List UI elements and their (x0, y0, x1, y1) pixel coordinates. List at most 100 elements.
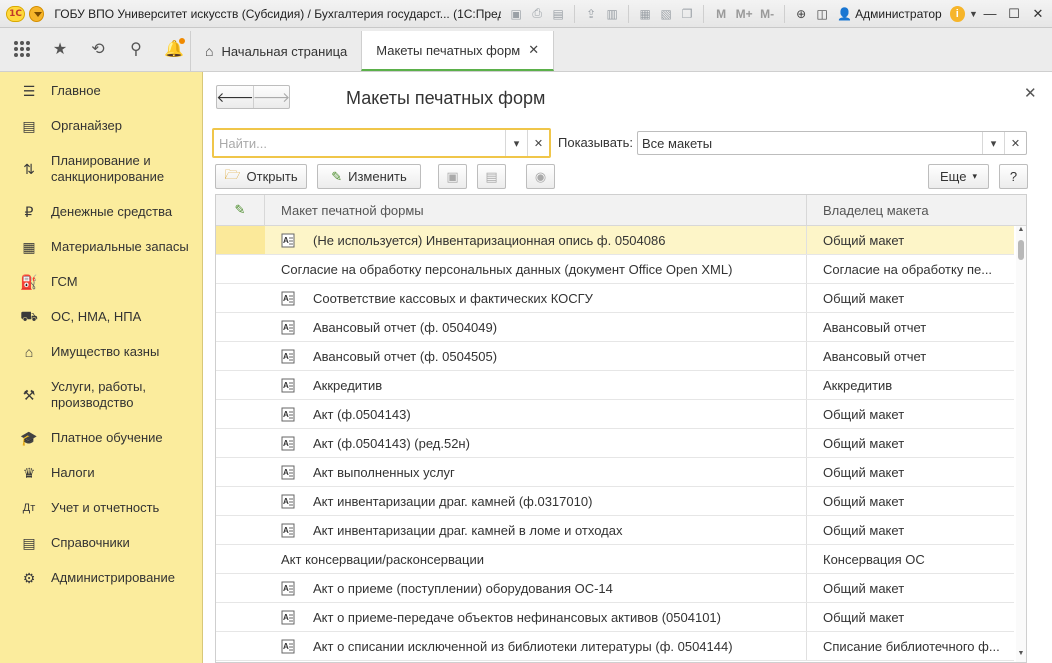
sidebar-item-label: Учет и отчетность (51, 500, 160, 515)
table-row[interactable]: A Соответствие кассовых и фактических КОС… (216, 284, 1014, 313)
memory-m-button[interactable]: M (711, 7, 731, 21)
sidebar-item-label: ГСМ (51, 274, 78, 289)
edit-pencil-icon: ✎ (331, 168, 343, 184)
table-row[interactable]: A Акт инвентаризации драг. камней (ф.0317… (216, 487, 1014, 516)
search-icon[interactable]: ⚲ (126, 39, 146, 59)
show-dropdown-icon[interactable]: ▾ (982, 132, 1004, 154)
search-clear-icon[interactable]: ✕ (527, 130, 549, 156)
sidebar-item-references[interactable]: ▤ Справочники (0, 534, 203, 552)
show-clear-icon[interactable]: ✕ (1004, 132, 1026, 154)
close-window-button[interactable]: ✕ (1030, 6, 1046, 22)
reset-template-button[interactable]: ◉ (526, 164, 555, 189)
open-button[interactable]: 🗁 Открыть (215, 164, 307, 189)
table-row[interactable]: A Акт выполненных услуг Общий макет (216, 458, 1014, 487)
back-arrow-icon[interactable]: 🡐 (216, 86, 254, 108)
svg-text:A: A (283, 613, 289, 622)
user-menu[interactable]: 👤 Администратор (837, 7, 942, 21)
close-tab-icon[interactable]: ✕ (528, 42, 539, 58)
panel-toggle-icon[interactable]: ◫ (813, 5, 831, 23)
scroll-up-icon[interactable]: ▲ (1016, 226, 1026, 238)
sidebar-item-main[interactable]: ☰ Главное (0, 82, 203, 100)
scroll-down-icon[interactable]: ▼ (1016, 650, 1026, 662)
more-button[interactable]: Еще ▾ (928, 164, 989, 189)
sidebar-item-admin[interactable]: ⚙ Администрирование (0, 569, 203, 587)
history-icon[interactable]: ⟲ (88, 39, 108, 59)
svg-text:A: A (283, 584, 289, 593)
tab-home[interactable]: ⌂ Начальная страница (190, 31, 361, 71)
sidebar-item-treasury[interactable]: ⌂ Имущество казны (0, 343, 203, 361)
sidebar-item-paid-education[interactable]: 🎓 Платное обучение (0, 429, 203, 447)
close-form-icon[interactable]: ✕ (1024, 84, 1037, 102)
save-icon[interactable]: ▣ (507, 5, 525, 23)
memory-minus-button[interactable]: M- (757, 7, 777, 21)
table-row[interactable]: A Акт о приеме (поступлении) оборудования… (216, 574, 1014, 603)
sidebar-item-label: Органайзер (51, 118, 122, 133)
info-icon[interactable]: i (949, 5, 965, 22)
upload-icon[interactable]: ⇪ (582, 5, 600, 23)
edit-button[interactable]: ✎ Изменить (317, 164, 421, 189)
template-owner: Консервация ОС (823, 552, 925, 567)
bell-icon[interactable]: 🔔 (164, 38, 185, 59)
help-button[interactable]: ? (999, 164, 1028, 189)
preview-icon[interactable]: ▤ (549, 5, 567, 23)
tab-print-forms[interactable]: Макеты печатных форм ✕ (361, 31, 555, 71)
sidebar-item-organizer[interactable]: ▤ Органайзер (0, 117, 203, 135)
star-icon[interactable]: ★ (50, 39, 70, 59)
save-template-button[interactable]: ▤ (477, 164, 506, 189)
search-input[interactable] (214, 131, 505, 155)
maximize-button[interactable]: ☐ (1006, 6, 1022, 22)
tab-home-label: Начальная страница (221, 43, 348, 59)
calculator-icon[interactable]: ▦ (636, 5, 654, 23)
svg-text:A: A (283, 323, 289, 332)
column-header-owner[interactable]: Владелец макета (823, 203, 929, 218)
apps-grid-icon[interactable] (12, 39, 32, 59)
sidebar-item-services[interactable]: ⚒ Услуги, работы, производство (0, 378, 203, 412)
home-icon: ⌂ (205, 43, 214, 59)
table-row[interactable]: A (Не используется) Инвентаризационная оп… (216, 226, 1014, 255)
sidebar-item-money[interactable]: ₽ Денежные средства (0, 203, 203, 221)
table-row[interactable]: A Авансовый отчет (ф. 0504049) Авансовый о… (216, 313, 1014, 342)
show-filter-select[interactable]: Все макеты ▾ ✕ (637, 131, 1027, 155)
template-name: Авансовый отчет (ф. 0504049) (313, 320, 498, 335)
template-owner: Общий макет (823, 233, 905, 248)
column-header-template[interactable]: Макет печатной формы (281, 203, 424, 218)
table-row[interactable]: A Аккредитив Аккредитив (216, 371, 1014, 400)
table-row[interactable]: A Акт (ф.0504143) Общий макет (216, 400, 1014, 429)
table-row[interactable]: A Акт инвентаризации драг. камней в ломе … (216, 516, 1014, 545)
table-row[interactable]: A Авансовый отчет (ф. 0504505) Авансовый о… (216, 342, 1014, 371)
table-row[interactable]: A Акт о списании исключенной из библиотек… (216, 632, 1014, 661)
template-name: Соответствие кассовых и фактических КОСГ… (313, 291, 593, 306)
panel-icons: ★ ⟲ ⚲ 🔔 (0, 27, 190, 71)
print-icon[interactable]: ⎙ (528, 5, 546, 23)
main-menu-button[interactable] (29, 5, 45, 22)
minimize-button[interactable]: — (982, 6, 998, 22)
edited-pencil-icon[interactable]: ✎ (216, 195, 265, 225)
scroll-thumb[interactable] (1018, 240, 1024, 260)
accounting-icon: Дт (22, 502, 36, 514)
zoom-icon[interactable]: ⊕ (792, 5, 810, 23)
sidebar-item-planning[interactable]: ⇅ Планирование и санкционирование (0, 152, 203, 186)
table-row[interactable]: A Акт о приеме-передаче объектов нефинанс… (216, 603, 1014, 632)
search-dropdown-icon[interactable]: ▾ (505, 130, 527, 156)
vertical-scrollbar[interactable]: ▲ ▼ (1016, 226, 1026, 662)
sidebar-item-accounting[interactable]: Дт Учет и отчетность (0, 499, 203, 517)
chevron-down-icon[interactable]: ▼ (965, 5, 982, 23)
copy-icon[interactable]: ❐ (678, 5, 696, 23)
ruble-icon: ₽ (24, 203, 34, 220)
sidebar-item-taxes[interactable]: ♛ Налоги (0, 464, 203, 482)
sidebar-item-fuel[interactable]: ⛽ ГСМ (0, 273, 203, 291)
forward-arrow-icon[interactable]: 🡒 (253, 86, 290, 108)
calendar-icon[interactable]: ▧ (657, 5, 675, 23)
memory-plus-button[interactable]: M+ (734, 7, 754, 21)
sidebar-item-inventory[interactable]: ▦ Материальные запасы (0, 238, 203, 256)
download-icon[interactable]: ▥ (603, 5, 621, 23)
spreadsheet-template-icon: A (281, 320, 295, 335)
sidebar-item-fixed-assets[interactable]: ⛟ ОС, НМА, НПА (0, 308, 203, 326)
table-row[interactable]: Согласие на обработку персональных данны… (216, 255, 1014, 284)
svg-text:A: A (283, 410, 289, 419)
table-row[interactable]: Акт консервации/расконсервации Консерваци… (216, 545, 1014, 574)
load-template-button[interactable]: ▣ (438, 164, 467, 189)
svg-text:A: A (283, 526, 289, 535)
table-row[interactable]: A Акт (ф.0504143) (ред.52н) Общий макет (216, 429, 1014, 458)
template-name: Акт (ф.0504143) (313, 407, 411, 422)
